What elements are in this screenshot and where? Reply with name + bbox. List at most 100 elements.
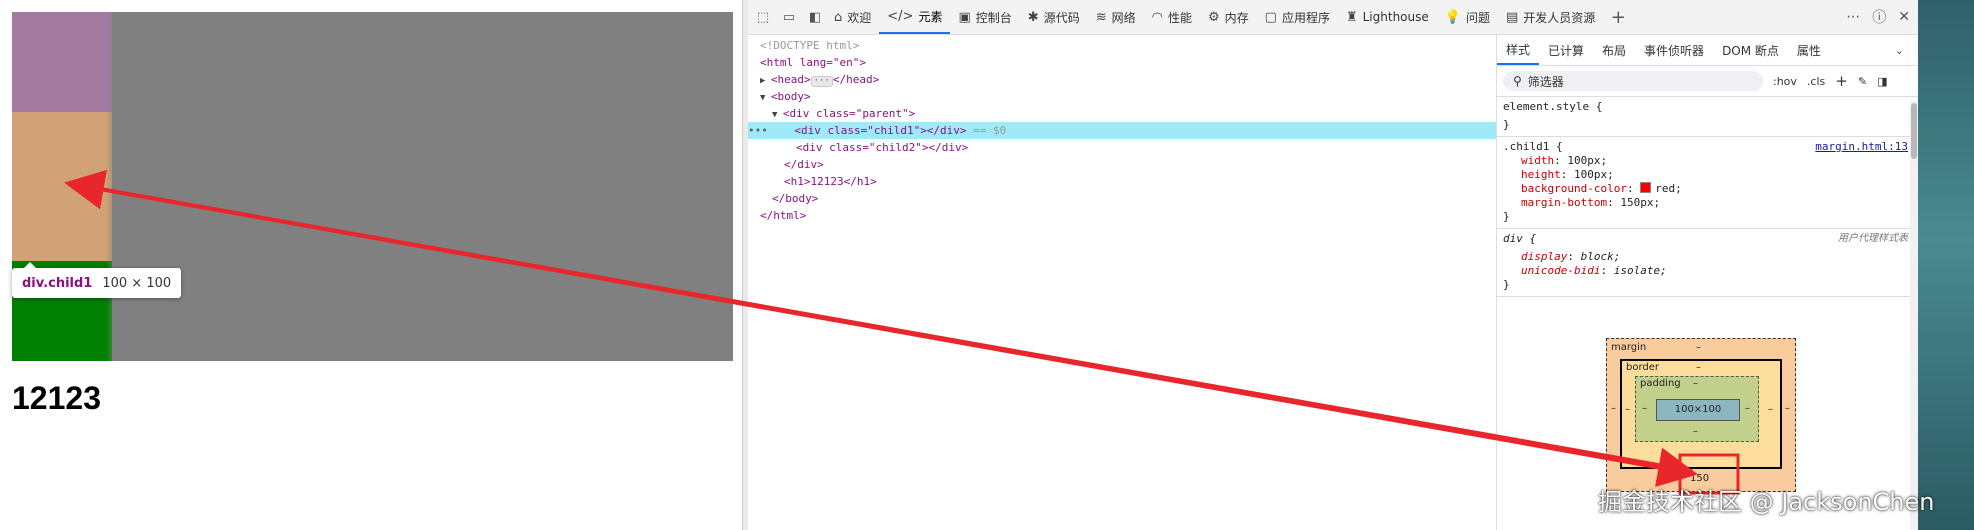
css-property[interactable]: height: 100px; [1503,168,1912,182]
desktop-background [1918,0,1974,530]
h1-tag: <h1>12123</h1> [784,175,877,188]
tab-label: 性能 [1167,10,1192,25]
css-property: display: block; [1521,250,1621,263]
tab-issues[interactable]: 💡 问题 [1437,0,1498,34]
page-preview: div.child1 100 × 100 12123 [0,0,742,530]
row-menu-icon[interactable]: ••• [748,124,794,137]
tab-network[interactable]: ≋ 网络 [1088,0,1144,34]
box-model-border[interactable]: border – – – – padding – – – – 100×100 [1620,359,1782,469]
chevron-down-icon[interactable]: ⌄ [1895,44,1904,57]
tab-label: 内存 [1224,10,1249,25]
subtab-properties[interactable]: 属性 [1788,35,1830,65]
property-name: unicode-bidi [1521,264,1601,277]
cls-button[interactable]: .cls [1807,75,1825,88]
filter-placeholder: 筛选器 [1527,74,1564,89]
dom-line-h1[interactable]: <h1>12123</h1> [748,173,1532,190]
margin-right-value[interactable]: – [1785,403,1790,414]
inspect-element-icon[interactable]: ⬚ [752,6,774,28]
more-options-icon[interactable]: ⋯ [1846,9,1860,25]
subtab-event-listeners[interactable]: 事件侦听器 [1635,35,1713,65]
property-value: 100px; [1567,154,1608,167]
tab-label: 应用程序 [1281,10,1330,25]
div-ua-rule: div { 用户代理样式表 display: block; unicode-bi… [1497,229,1918,297]
tab-welcome[interactable]: ⌂ 欢迎 [826,0,879,34]
tab-console[interactable]: ▣ 控制台 [950,0,1019,34]
subtab-computed[interactable]: 已计算 [1539,35,1593,65]
subtab-layout[interactable]: 布局 [1593,35,1635,65]
tab-memory[interactable]: ⚙ 内存 [1200,0,1257,34]
property-value: red; [1655,182,1682,195]
new-rule-icon[interactable]: + [1835,72,1848,90]
home-icon: ⌂ [834,9,843,25]
close-brace: } [1503,278,1510,291]
filter-input[interactable]: ⚲ 筛选器 [1503,71,1763,91]
tooltip-selector: div.child1 [22,275,93,291]
box-model-padding[interactable]: padding – – – – 100×100 [1635,376,1759,442]
dom-line-head[interactable]: ▶ <head> ··· </head> [748,71,1508,88]
tab-application[interactable]: ▢ 应用程序 [1257,0,1338,34]
margin-left-value[interactable]: – [1611,403,1616,414]
device-emulation-icon[interactable]: ▭ [778,6,800,28]
collapse-triangle-icon[interactable]: ▼ [772,110,783,120]
child1-rule: .child1 { margin.html:13 width: 100px; h… [1497,137,1918,229]
expand-triangle-icon[interactable]: ▶ [760,76,771,86]
padding-label: padding [1640,378,1681,389]
rule-source-link[interactable]: margin.html:13 [1815,140,1908,154]
color-swatch-icon[interactable] [1640,182,1652,193]
help-icon[interactable]: ⓘ [1872,7,1886,27]
paint-icon[interactable]: ✎ [1858,75,1867,88]
close-brace: } [1503,118,1510,131]
property-value: 100px; [1574,168,1614,181]
border-left-value[interactable]: – [1625,404,1630,415]
child1-highlight[interactable] [12,12,112,112]
styles-scrollbar[interactable] [1910,101,1918,530]
tab-developer-resources[interactable]: ▤ 开发人员资源 [1498,0,1603,34]
padding-right-value[interactable]: – [1745,403,1750,414]
styles-filter-bar: ⚲ 筛选器 :hov .cls + ✎ ◨ [1497,66,1918,97]
border-right-value[interactable]: – [1768,404,1773,415]
collapsed-ellipsis-icon[interactable]: ··· [810,76,833,87]
css-property[interactable]: width: 100px; [1503,154,1912,168]
border-top-value[interactable]: – [1696,362,1701,373]
body-tag: <body> [770,90,811,103]
dom-line-div-close[interactable]: </div> [748,156,1532,173]
dom-line-html[interactable]: <html lang="en"> [748,54,1508,71]
tab-elements[interactable]: </> 元素 [879,0,951,34]
close-icon[interactable]: ✕ [1898,9,1910,25]
box-model-content[interactable]: 100×100 [1656,399,1740,421]
property-name: display [1521,250,1568,263]
add-tab-icon[interactable]: + [1607,6,1629,28]
watermark: 掘金技术社区 @ JacksonChen [1598,488,1935,516]
elements-tree: <!DOCTYPE html> <html lang="en"> ▶ <head… [748,35,1497,530]
border-bottom-value[interactable]: – [1696,450,1701,461]
styles-subtabs: 样式 已计算 布局 事件侦听器 DOM 断点 属性 ⌄ [1497,35,1918,66]
scrollbar-thumb[interactable] [1911,103,1917,159]
padding-bottom-value[interactable]: – [1693,426,1698,437]
body-close-tag: </body> [772,192,819,205]
devtools-toolbar: ⬚ ▭ ◧ ⌂ 欢迎 </> 元素 ▣ 控制台 ✱ 源代码 ≋ 网络 ◠ 性能 ⚙ 内存 ▢ 应… [748,0,1918,35]
tab-performance[interactable]: ◠ 性能 [1144,0,1200,34]
dock-sidebar-icon[interactable]: ◧ [804,6,826,28]
subtab-styles[interactable]: 样式 [1497,35,1540,65]
css-property[interactable]: background-color: red; [1503,182,1912,196]
hov-button[interactable]: :hov [1773,75,1797,88]
css-property[interactable]: margin-bottom: 150px; [1503,196,1912,210]
padding-left-value[interactable]: – [1642,403,1647,414]
padding-top-value[interactable]: – [1693,378,1698,389]
margin-top-value[interactable]: – [1696,342,1701,353]
dom-line-body-close[interactable]: </body> [748,190,1520,207]
dom-line-doctype[interactable]: <!DOCTYPE html> [748,37,1508,54]
element-style-selector[interactable]: element.style { [1503,100,1912,114]
subtab-dom-breakpoints[interactable]: DOM 断点 [1713,35,1788,65]
dom-line-html-close[interactable]: </html> [748,207,1508,224]
tab-lighthouse[interactable]: ♜ Lighthouse [1338,0,1437,34]
dom-line-parent[interactable]: ▼ <div class="parent"> [748,105,1520,122]
box-model-margin[interactable]: margin – – – 150 border – – – – padding … [1606,338,1796,492]
dom-line-body[interactable]: ▼ <body> [748,88,1508,105]
computed-sidebar-icon[interactable]: ◨ [1877,75,1887,88]
collapse-triangle-icon[interactable]: ▼ [760,93,771,103]
dom-line-child2[interactable]: <div class="child2"></div> [748,139,1544,156]
property-name: background-color [1521,182,1627,195]
tab-sources[interactable]: ✱ 源代码 [1020,0,1088,34]
dom-line-child1-selected[interactable]: ••• <div class="child1"></div> == $0 [748,122,1496,139]
